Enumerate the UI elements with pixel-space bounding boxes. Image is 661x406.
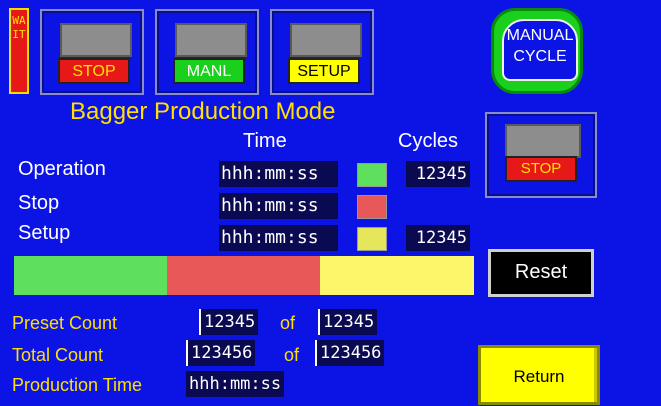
total-count-value: 123456 bbox=[186, 340, 256, 366]
total-count-label: Total Count bbox=[12, 345, 104, 365]
stop-segment bbox=[167, 256, 321, 295]
stop-mode-button[interactable]: STOP bbox=[58, 58, 130, 84]
page-title: Bagger Production Mode bbox=[70, 98, 336, 125]
operation-color-swatch bbox=[357, 163, 387, 187]
stop-mode-panel[interactable]: STOP bbox=[40, 9, 144, 95]
stop-mode-indicator-lamp bbox=[60, 23, 132, 57]
return-button[interactable]: Return bbox=[478, 345, 600, 405]
cycles-column-header: Cycles bbox=[398, 130, 459, 152]
operation-segment bbox=[14, 256, 168, 295]
preset-count-target: 12345 bbox=[318, 309, 378, 335]
production-time-label: Production Time bbox=[12, 375, 143, 395]
stop-row-label: Stop bbox=[18, 192, 60, 214]
manual-mode-panel[interactable]: MANL bbox=[155, 9, 259, 95]
setup-color-swatch bbox=[357, 227, 387, 251]
stop-time-value: hhh:mm:ss bbox=[219, 193, 338, 219]
setup-mode-button[interactable]: SETUP bbox=[288, 58, 360, 84]
total-count-target: 123456 bbox=[315, 340, 385, 366]
setup-segment bbox=[320, 256, 474, 295]
setup-row-label: Setup bbox=[18, 222, 71, 244]
right-stop-indicator-lamp bbox=[505, 124, 581, 158]
right-stop-panel[interactable]: STOP bbox=[485, 112, 597, 198]
setup-cycles-value: 12345 bbox=[406, 225, 470, 251]
right-stop-button[interactable]: STOP bbox=[505, 156, 577, 182]
time-column-header: Time bbox=[243, 130, 287, 152]
production-time-value: hhh:mm:ss bbox=[186, 371, 285, 397]
preset-of-label: of bbox=[280, 313, 296, 333]
operation-time-value: hhh:mm:ss bbox=[219, 161, 338, 187]
reset-button[interactable]: Reset bbox=[488, 249, 594, 297]
wait-indicator: WAIT bbox=[9, 8, 29, 94]
setup-mode-indicator-lamp bbox=[290, 23, 362, 57]
manual-cycle-button[interactable]: MANUAL CYCLE bbox=[491, 8, 583, 94]
stop-color-swatch bbox=[357, 195, 387, 219]
operation-row-label: Operation bbox=[18, 158, 106, 180]
setup-mode-panel[interactable]: SETUP bbox=[270, 9, 374, 95]
total-of-label: of bbox=[284, 345, 300, 365]
setup-time-value: hhh:mm:ss bbox=[219, 225, 338, 251]
manual-cycle-label: MANUAL CYCLE bbox=[506, 27, 574, 65]
manual-mode-indicator-lamp bbox=[175, 23, 247, 57]
production-time-bar bbox=[14, 256, 474, 295]
manual-mode-button[interactable]: MANL bbox=[173, 58, 245, 84]
operation-cycles-value: 12345 bbox=[406, 161, 470, 187]
preset-count-label: Preset Count bbox=[12, 313, 118, 333]
preset-count-value: 12345 bbox=[199, 309, 259, 335]
